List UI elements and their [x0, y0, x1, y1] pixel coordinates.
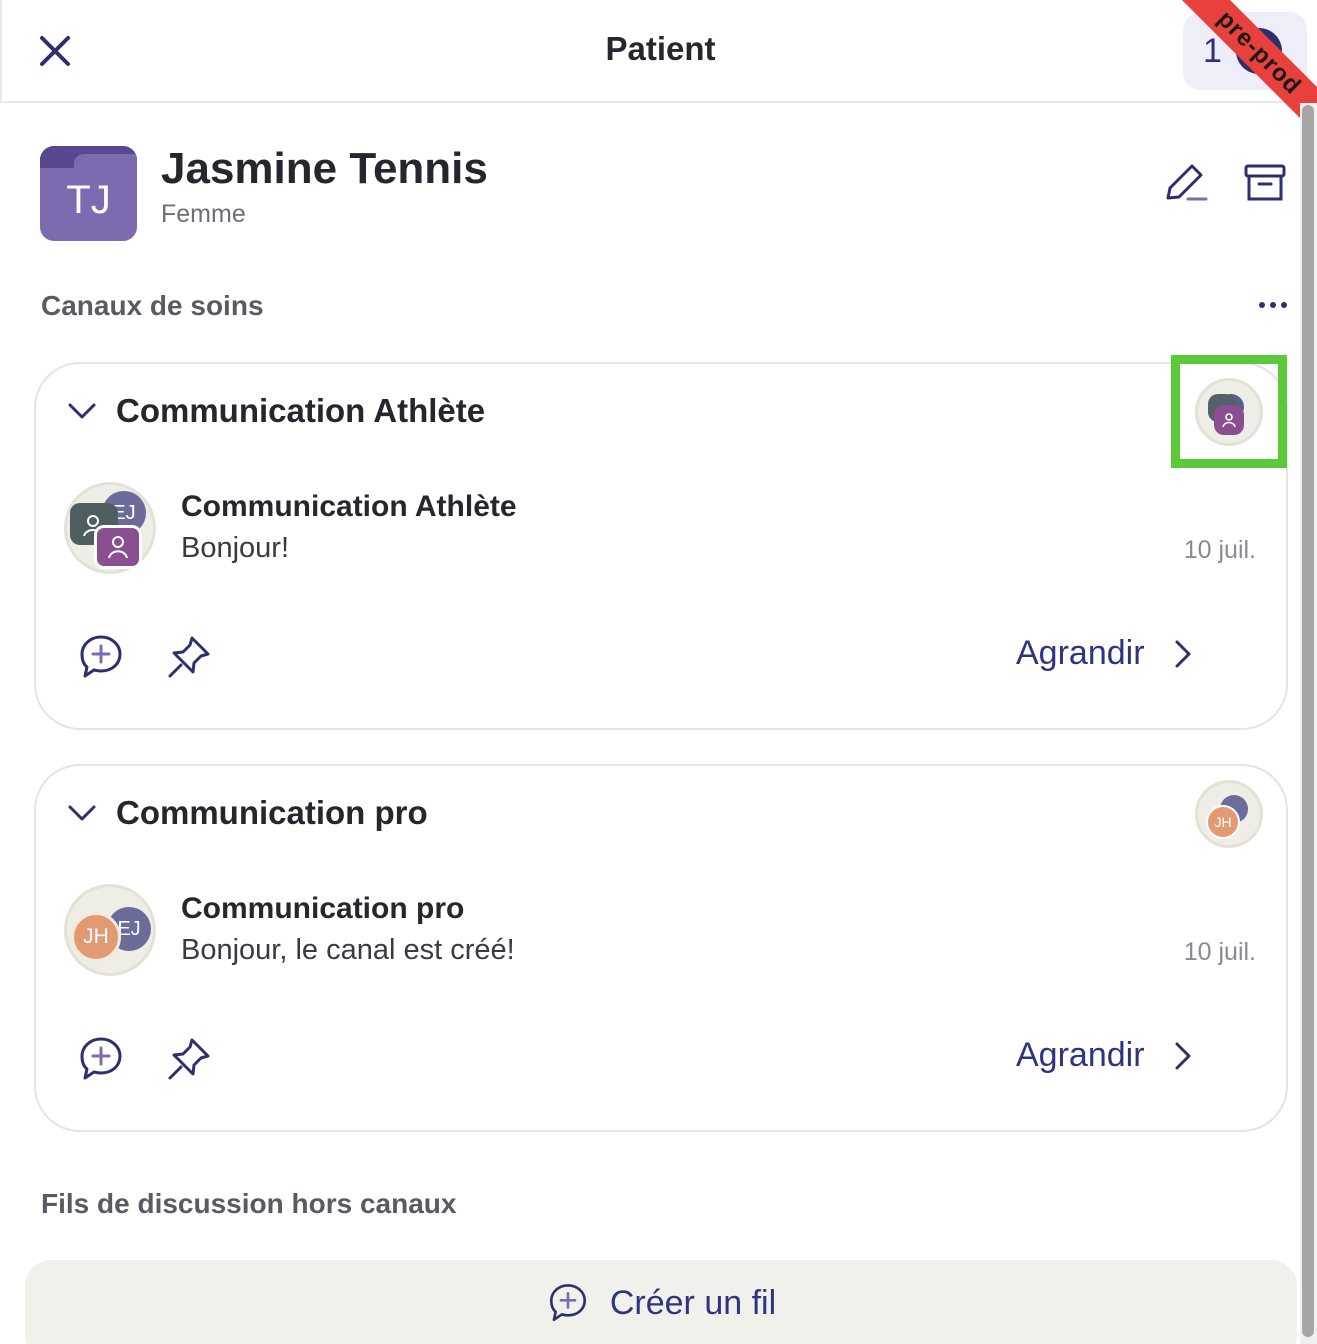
pin-button[interactable] — [164, 1034, 214, 1084]
patient-counter: 1 — [1203, 31, 1222, 70]
channel-avatar: EJ — [64, 482, 156, 574]
message-preview: Bonjour! — [181, 532, 290, 564]
app-header: Patient 1 — [0, 0, 1317, 103]
athlete-avatar-icon — [1214, 405, 1244, 435]
patient-name: Jasmine Tennis — [161, 144, 488, 193]
more-options-button[interactable] — [1253, 290, 1293, 320]
dot-icon — [1259, 302, 1265, 308]
patient-switcher-button[interactable]: 1 — [1183, 12, 1307, 90]
pin-button[interactable] — [164, 632, 214, 682]
new-thread-button[interactable] — [76, 632, 126, 682]
create-thread-label: Créer un fil — [609, 1283, 777, 1322]
chevron-down-icon — [1235, 28, 1282, 74]
archive-icon — [1244, 164, 1286, 201]
athlete-avatar-icon — [94, 525, 142, 569]
chat-plus-icon — [80, 635, 122, 678]
edit-button[interactable] — [1160, 158, 1210, 208]
channel-card: Communication pro JH EJ JH Communication… — [34, 764, 1288, 1132]
threads-section-title: Fils de discussion hors canaux — [41, 1188, 457, 1219]
chat-plus-icon — [549, 1284, 586, 1322]
chevron-right-icon — [1175, 1042, 1191, 1069]
dot-icon — [1270, 302, 1276, 308]
pin-icon — [168, 636, 210, 678]
channel-members-button[interactable] — [1195, 378, 1263, 446]
archive-button[interactable] — [1240, 158, 1290, 208]
expand-label: Agrandir — [1016, 634, 1145, 672]
scrollbar-thumb[interactable] — [1302, 105, 1314, 1337]
channel-title: Communication Athlète — [116, 392, 486, 429]
dot-icon — [1281, 302, 1287, 308]
scrollbar[interactable] — [1300, 103, 1317, 1344]
message-title: Communication Athlète — [181, 490, 517, 523]
chevron-down-icon — [68, 403, 96, 419]
page-title: Patient — [605, 30, 716, 67]
pencil-icon — [1166, 164, 1208, 201]
new-thread-button[interactable] — [76, 1034, 126, 1084]
patient-avatar: TJ — [40, 146, 137, 241]
message-date: 10 juil. — [1183, 536, 1256, 564]
expand-label: Agrandir — [1016, 1036, 1145, 1074]
channels-section-title: Canaux de soins — [41, 290, 264, 321]
channel-members-button[interactable]: JH — [1195, 780, 1263, 848]
message-date: 10 juil. — [1183, 938, 1256, 966]
member-avatar-jh: JH — [71, 912, 121, 962]
chevron-down-icon — [68, 805, 96, 821]
chat-plus-icon — [80, 1037, 122, 1080]
message-title: Communication pro — [181, 892, 465, 925]
channel-collapse-toggle[interactable]: Communication pro — [66, 794, 428, 832]
channel-card: Communication Athlète EJ Communication A… — [34, 362, 1288, 730]
patient-gender: Femme — [161, 200, 246, 228]
folder-tab-cut — [74, 154, 137, 168]
create-thread-button[interactable]: Créer un fil — [25, 1260, 1297, 1344]
expand-button[interactable]: Agrandir — [1016, 634, 1193, 673]
pin-icon — [168, 1038, 210, 1080]
member-avatar-jh: JH — [1206, 805, 1240, 839]
channel-title: Communication pro — [116, 794, 428, 831]
channel-avatar: EJ JH — [64, 884, 156, 976]
patient-initials: TJ — [66, 178, 111, 222]
message-preview: Bonjour, le canal est créé! — [181, 934, 515, 966]
expand-button[interactable]: Agrandir — [1016, 1036, 1193, 1075]
chevron-right-icon — [1175, 640, 1191, 667]
channel-collapse-toggle[interactable]: Communication Athlète — [66, 392, 485, 430]
